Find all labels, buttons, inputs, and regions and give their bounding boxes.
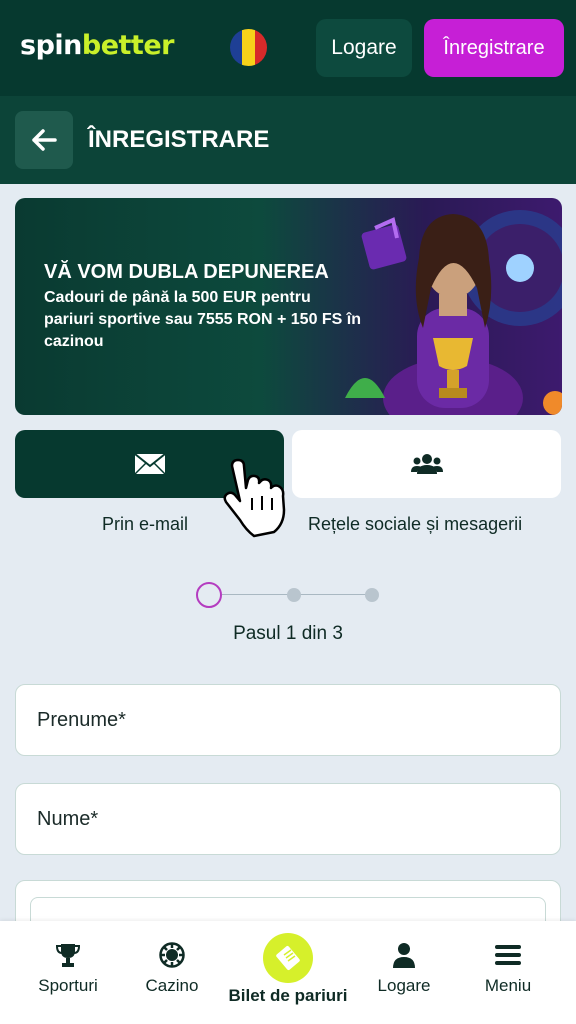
step-3-dot: [365, 588, 379, 602]
users-group-icon: [410, 454, 443, 474]
register-button[interactable]: Înregistrare: [424, 19, 564, 77]
nav-item-betslip[interactable]: Bilet de pariuri: [223, 921, 353, 1024]
step-1-active: [196, 582, 222, 608]
step-indicator: [196, 582, 382, 608]
nav-label-sports: Sporturi: [38, 976, 98, 995]
tab-email-label: Prin e-mail: [102, 514, 189, 534]
step-2-dot: [287, 588, 301, 602]
ticket-icon: [263, 933, 313, 983]
nav-label-betslip: Bilet de pariuri: [228, 986, 348, 1005]
envelope-icon: [133, 453, 166, 475]
logo-spin-text: spin: [20, 30, 82, 61]
nav-label-login: Logare: [377, 976, 431, 995]
nav-item-login[interactable]: Logare: [366, 921, 442, 1024]
page-title: ÎNREGISTRARE: [88, 126, 270, 153]
tab-social-label: Rețele sociale și mesagerii: [308, 514, 523, 534]
spinbetter-logo[interactable]: spinbetter: [20, 30, 174, 61]
last-name-placeholder: Nume*: [37, 807, 99, 830]
logo-better-text: better: [81, 30, 175, 61]
tab-social[interactable]: [292, 430, 561, 498]
banner-title: VĂ VOM DUBLA DEPUNEREA: [44, 261, 329, 283]
hand-pointer-cursor-icon: [223, 458, 286, 538]
page-header: ÎNREGISTRARE: [0, 96, 576, 184]
last-name-field[interactable]: Nume*: [15, 783, 561, 855]
user-icon: [392, 941, 416, 969]
nav-item-casino[interactable]: Cazino: [134, 921, 210, 1024]
promo-banner[interactable]: VĂ VOM DUBLA DEPUNEREA Cadouri de până l…: [15, 198, 562, 415]
menu-icon: [495, 941, 521, 969]
first-name-field[interactable]: Prenume*: [15, 684, 561, 756]
romania-flag-icon[interactable]: [230, 29, 267, 66]
promo-illustration: [345, 210, 562, 415]
first-name-placeholder: Prenume*: [37, 708, 126, 731]
nav-label-casino: Cazino: [145, 976, 199, 995]
trophy-icon: [55, 941, 81, 969]
nav-label-menu: Meniu: [484, 976, 532, 995]
casino-chip-icon: [159, 941, 185, 969]
top-bar: spinbetter Logare Înregistrare: [0, 0, 576, 96]
bottom-nav: Sporturi Cazino Bilet de pariuri Logare …: [0, 921, 576, 1024]
nav-item-sports[interactable]: Sporturi: [30, 921, 106, 1024]
nav-item-menu[interactable]: Meniu: [470, 921, 546, 1024]
back-button[interactable]: [15, 111, 73, 169]
step-label: Pasul 1 din 3: [233, 623, 343, 644]
login-button[interactable]: Logare: [316, 19, 412, 77]
arrow-left-icon: [32, 129, 57, 151]
banner-text: Cadouri de până la 500 EUR pentru pariur…: [44, 289, 362, 350]
